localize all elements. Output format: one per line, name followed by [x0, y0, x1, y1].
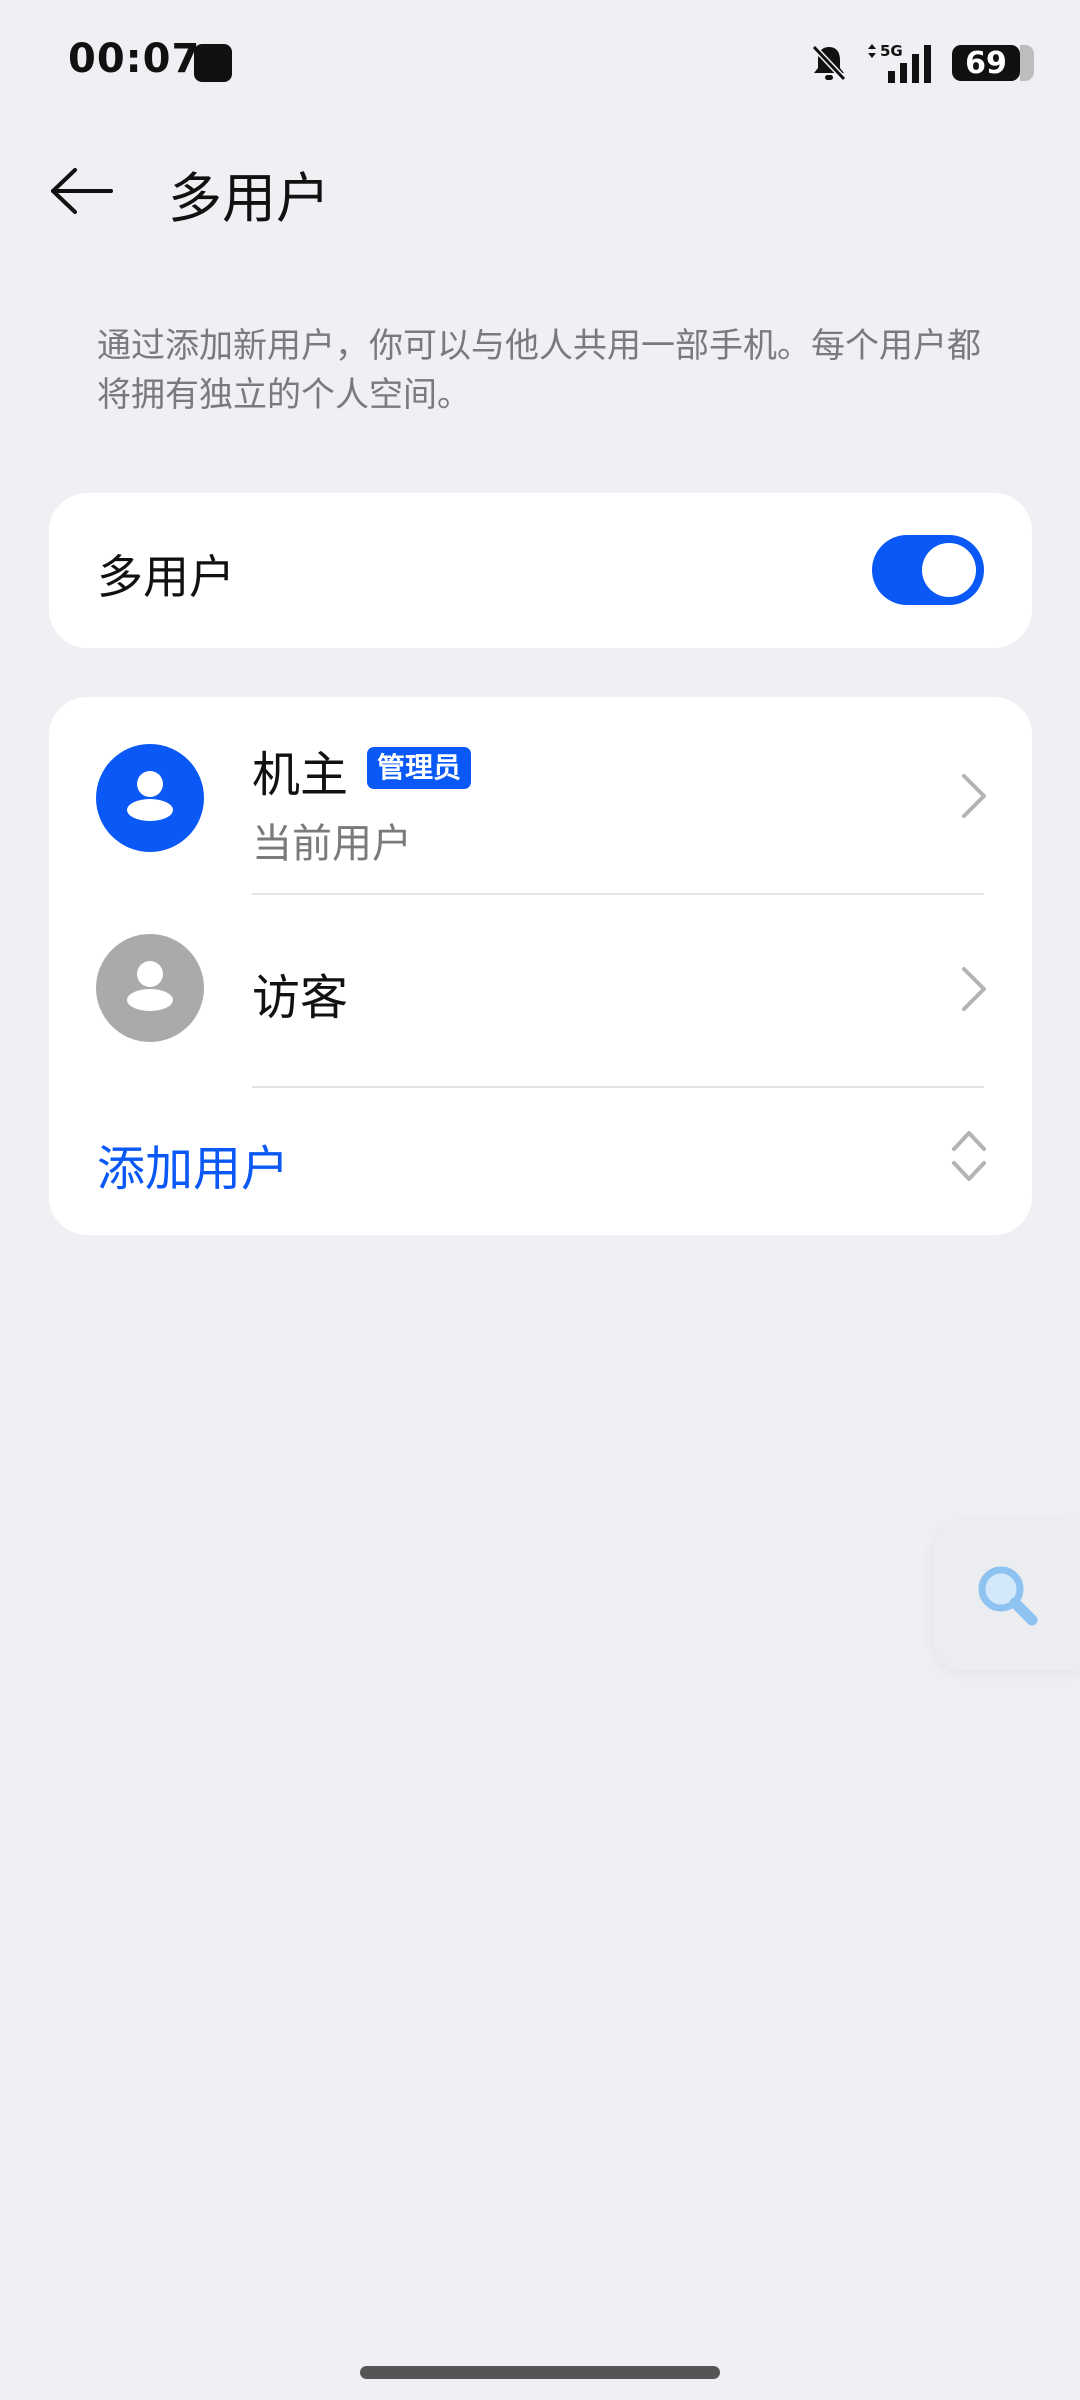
network-type: 5G	[880, 42, 903, 60]
header: 多用户	[0, 140, 1080, 240]
chevron-up-down-icon	[952, 1131, 986, 1181]
add-user-button[interactable]: 添加用户	[49, 1087, 1032, 1235]
search-icon	[978, 1566, 1038, 1626]
multi-user-label: 多用户	[97, 550, 235, 604]
add-user-label: 添加用户	[97, 1141, 290, 1197]
arrow-left-icon	[51, 168, 113, 214]
guest-avatar	[96, 934, 204, 1042]
status-indicators: 5G 69	[810, 40, 1034, 86]
owner-subtitle: 当前用户	[252, 821, 412, 867]
user-row-owner[interactable]: 机主 管理员 当前用户	[49, 697, 1032, 894]
owner-avatar	[96, 744, 204, 852]
multi-user-toggle[interactable]	[872, 535, 984, 605]
users-card: 机主 管理员 当前用户 访客 添加用户	[49, 697, 1032, 1235]
description-text: 通过添加新用户，你可以与他人共用一部手机。每个用户都将拥有独立的个人空间。	[97, 326, 981, 415]
person-icon	[127, 961, 173, 1011]
toggle-knob	[922, 543, 976, 597]
chevron-right-icon	[962, 774, 986, 818]
status-bar: 00:07 5G 69	[0, 0, 1080, 120]
signal-bars-icon: 5G	[868, 42, 931, 83]
guest-name: 访客	[252, 970, 349, 1026]
battery-level: 69	[965, 45, 1007, 81]
person-icon	[127, 771, 173, 821]
app-notification-icon	[194, 44, 232, 82]
user-row-guest[interactable]: 访客	[49, 894, 1032, 1085]
status-time: 00:07	[68, 36, 201, 82]
owner-name: 机主	[252, 747, 349, 803]
back-button[interactable]	[46, 158, 118, 224]
battery-indicator: 69	[952, 45, 1034, 81]
floating-search-button[interactable]	[934, 1520, 1080, 1670]
multi-user-card: 多用户	[49, 493, 1032, 648]
home-indicator[interactable]	[360, 2366, 720, 2379]
bell-muted-icon	[811, 44, 847, 82]
admin-badge: 管理员	[367, 747, 472, 789]
chevron-right-icon	[962, 967, 986, 1011]
page-title: 多用户	[168, 167, 330, 230]
